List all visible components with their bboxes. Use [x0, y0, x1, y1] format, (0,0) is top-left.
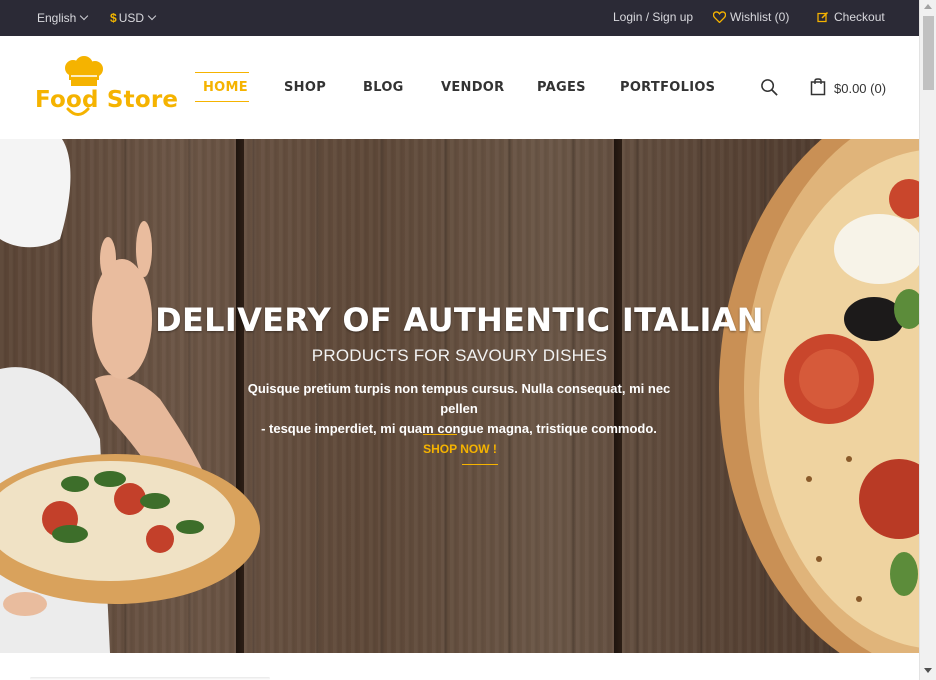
- currency-symbol: $: [110, 11, 117, 25]
- checkout-label: Checkout: [834, 10, 885, 24]
- hero-description-line2: - tesque imperdiet, mi quam congue magna…: [261, 421, 657, 436]
- hero-title: DELIVERY OF AUTHENTIC ITALIAN: [155, 301, 764, 339]
- nav-portfolios[interactable]: PORTFOLIOS: [620, 80, 715, 95]
- wishlist-label: Wishlist (0): [730, 10, 790, 24]
- shop-now-label: SHOP NOW !: [423, 442, 497, 456]
- currency-selector[interactable]: $ USD: [110, 11, 157, 25]
- scroll-down-arrow-icon[interactable]: [924, 668, 932, 673]
- nav-vendor[interactable]: VENDOR: [441, 80, 504, 95]
- shop-now-button[interactable]: SHOP NOW !: [420, 434, 500, 465]
- page-scrollbar[interactable]: [919, 0, 936, 680]
- hero-banner: DELIVERY OF AUTHENTIC ITALIAN PRODUCTS F…: [0, 139, 919, 653]
- heart-icon: [713, 11, 726, 23]
- chevron-down-icon: [147, 11, 157, 21]
- active-indicator-top: [195, 72, 249, 73]
- scroll-up-arrow-icon[interactable]: [924, 4, 932, 9]
- login-signup-link[interactable]: Login / Sign up: [613, 10, 693, 24]
- hero-description: Quisque pretium turpis non tempus cursus…: [230, 379, 688, 439]
- language-selector[interactable]: English: [37, 11, 89, 25]
- pizza-image: [719, 139, 919, 653]
- logo-text: Food Store: [35, 87, 179, 113]
- chevron-down-icon: [80, 11, 89, 21]
- site-header: Food Store HOME SHOP BLOG VENDOR PAGES P…: [0, 36, 919, 139]
- button-decor-line-bottom: [462, 464, 498, 465]
- currency-label: USD: [118, 11, 145, 25]
- wishlist-link[interactable]: Wishlist (0): [713, 10, 789, 24]
- cart-total[interactable]: $0.00 (0): [834, 81, 886, 96]
- nav-home[interactable]: HOME: [203, 80, 248, 95]
- checkout-link[interactable]: Checkout: [817, 10, 885, 24]
- hero-subtitle: PRODUCTS FOR SAVOURY DISHES: [311, 346, 608, 365]
- nav-blog[interactable]: BLOG: [363, 80, 404, 95]
- language-label: English: [37, 11, 77, 25]
- top-bar: English $ USD Login / Sign up Wishlist (…: [0, 0, 919, 36]
- content-below-hero: [0, 653, 919, 680]
- scrollbar-thumb[interactable]: [923, 16, 934, 90]
- shopping-bag-icon[interactable]: [810, 77, 826, 96]
- hero-description-line1: Quisque pretium turpis non tempus cursus…: [247, 381, 671, 416]
- nav-pages[interactable]: PAGES: [537, 80, 586, 95]
- nav-shop[interactable]: SHOP: [284, 80, 326, 95]
- active-indicator-bottom: [195, 101, 249, 102]
- search-icon[interactable]: [760, 78, 779, 97]
- edit-icon: [817, 11, 829, 23]
- button-decor-line-top: [423, 434, 457, 435]
- site-logo[interactable]: Food Store: [33, 56, 178, 122]
